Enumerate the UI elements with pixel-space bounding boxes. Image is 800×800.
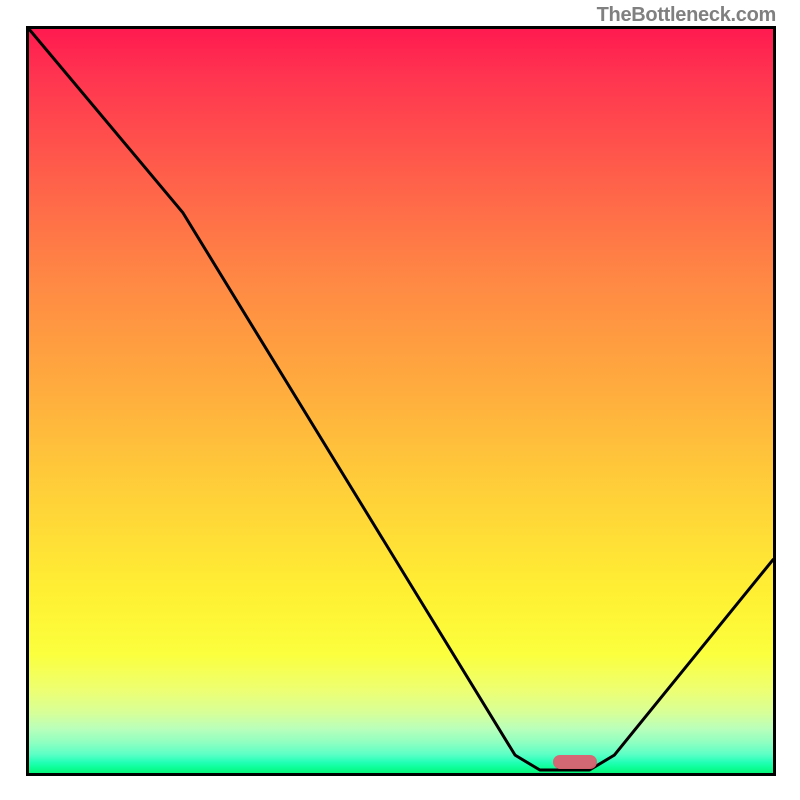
chart-frame: TheBottleneck.com [0,0,800,800]
attribution-text: TheBottleneck.com [597,4,776,27]
bottleneck-curve [29,29,773,773]
optimal-marker [553,755,597,769]
plot-area [26,26,776,776]
